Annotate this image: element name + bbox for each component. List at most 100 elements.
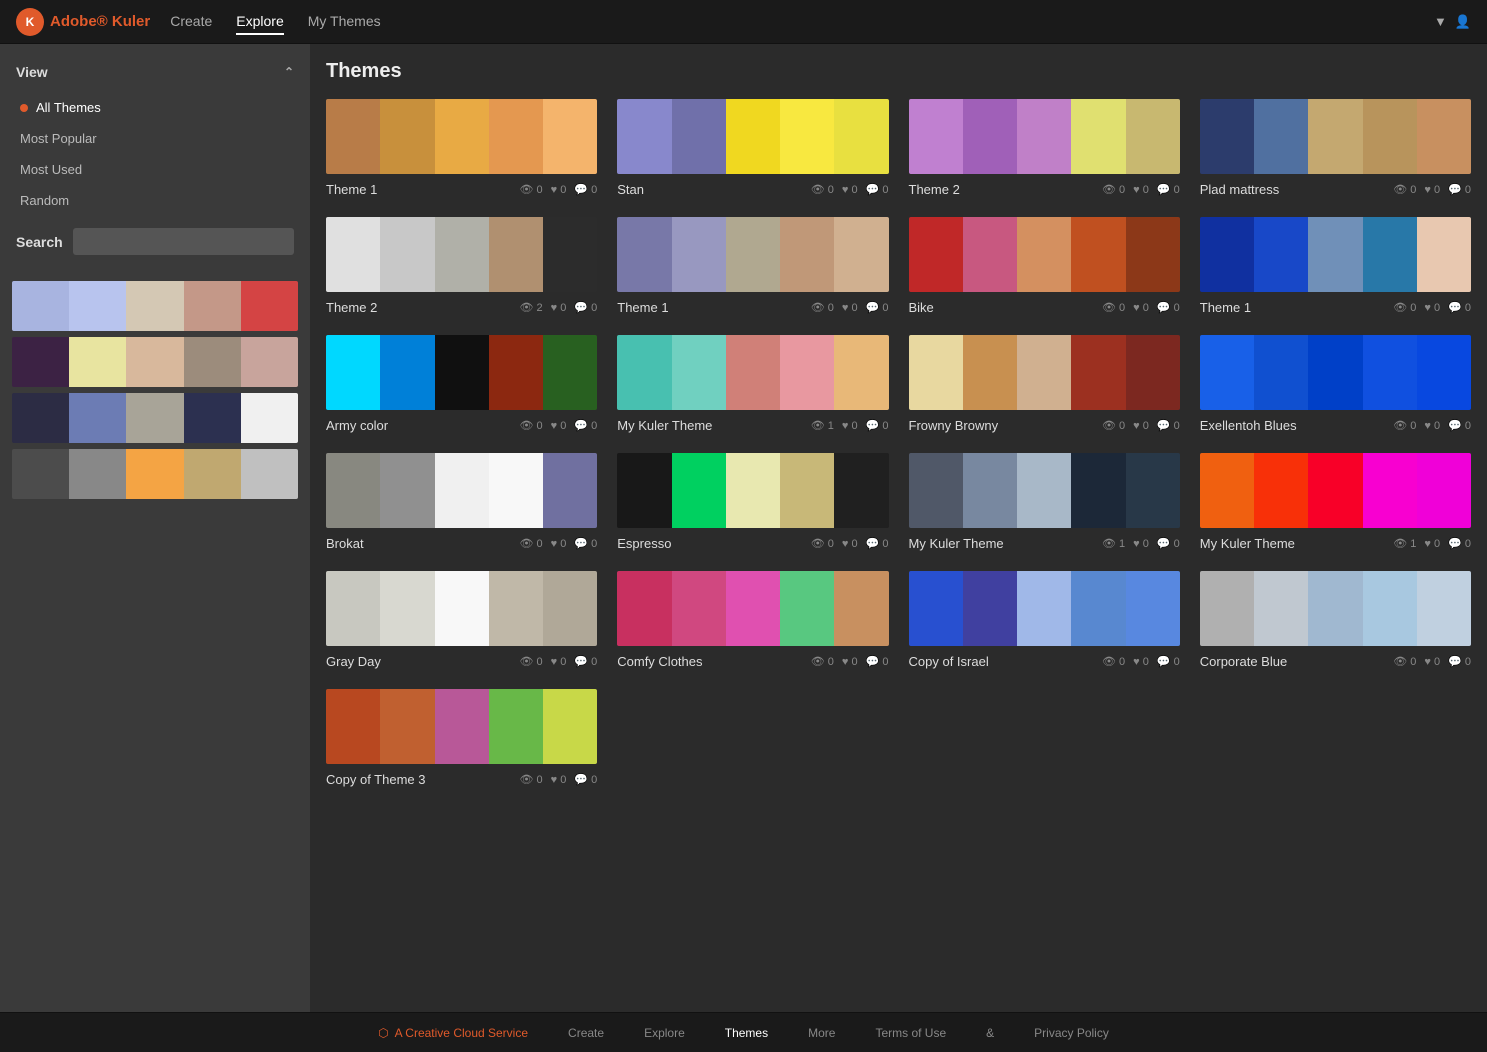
- footer-more-link[interactable]: More: [808, 1026, 835, 1040]
- theme-name: Theme 2: [326, 300, 377, 315]
- footer-service-label: A Creative Cloud Service: [395, 1026, 528, 1040]
- user-icon[interactable]: 👤: [1455, 14, 1471, 30]
- color-swatch: [1071, 335, 1125, 410]
- theme-swatches: [617, 99, 888, 174]
- color-swatch: [1126, 99, 1180, 174]
- sidebar-item-all-themes[interactable]: All Themes: [0, 92, 310, 123]
- footer-explore-link[interactable]: Explore: [644, 1026, 685, 1040]
- nav-my-themes[interactable]: My Themes: [308, 9, 381, 35]
- color-swatch: [1254, 335, 1308, 410]
- color-swatch: [617, 571, 671, 646]
- color-swatch: [1126, 335, 1180, 410]
- view-stat: 👁 0: [1102, 301, 1125, 314]
- color-swatch: [380, 689, 434, 764]
- color-swatch: [326, 571, 380, 646]
- theme-card[interactable]: Copy of Theme 3 👁 0 ♥ 0 💬 0: [326, 689, 597, 787]
- theme-name: Theme 1: [1200, 300, 1251, 315]
- color-swatch: [1071, 217, 1125, 292]
- color-swatch: [780, 335, 834, 410]
- theme-name: Comfy Clothes: [617, 654, 702, 669]
- theme-card[interactable]: Plad mattress 👁 0 ♥ 0 💬 0: [1200, 99, 1471, 197]
- color-swatch: [1363, 453, 1417, 528]
- nav-explore[interactable]: Explore: [236, 9, 283, 35]
- theme-card[interactable]: My Kuler Theme 👁 1 ♥ 0 💬 0: [617, 335, 888, 433]
- theme-card[interactable]: Bike 👁 0 ♥ 0 💬 0: [909, 217, 1180, 315]
- like-stat: ♥ 0: [551, 302, 567, 314]
- sidebar-theme-3[interactable]: [12, 393, 298, 443]
- color-swatch: [1071, 99, 1125, 174]
- theme-card[interactable]: Corporate Blue 👁 0 ♥ 0 💬 0: [1200, 571, 1471, 669]
- theme-name: Copy of Theme 3: [326, 772, 425, 787]
- theme-stats: 👁 0 ♥ 0 💬 0: [1102, 655, 1180, 668]
- logo[interactable]: K Adobe® Kuler: [16, 8, 150, 36]
- theme-swatches: [909, 453, 1180, 528]
- color-swatch: [780, 99, 834, 174]
- theme-card[interactable]: My Kuler Theme 👁 1 ♥ 0 💬 0: [1200, 453, 1471, 551]
- theme-stats: 👁 2 ♥ 0 💬 0: [520, 301, 598, 314]
- footer-privacy-link[interactable]: Privacy Policy: [1034, 1026, 1109, 1040]
- color-swatch: [617, 217, 671, 292]
- like-stat: ♥ 0: [551, 538, 567, 550]
- theme-card[interactable]: Theme 1 👁 0 ♥ 0 💬 0: [617, 217, 888, 315]
- like-stat: ♥ 0: [1424, 302, 1440, 314]
- color-swatch: [672, 453, 726, 528]
- theme-name: Gray Day: [326, 654, 381, 669]
- theme-card[interactable]: Gray Day 👁 0 ♥ 0 💬 0: [326, 571, 597, 669]
- theme-card[interactable]: Theme 1 👁 0 ♥ 0 💬 0: [326, 99, 597, 197]
- theme-card[interactable]: Copy of Israel 👁 0 ♥ 0 💬 0: [909, 571, 1180, 669]
- color-swatch: [726, 335, 780, 410]
- like-stat: ♥ 0: [1133, 538, 1149, 550]
- footer-themes-link[interactable]: Themes: [725, 1026, 768, 1040]
- sidebar-item-random[interactable]: Random: [0, 185, 310, 216]
- like-stat: ♥ 0: [1424, 538, 1440, 550]
- color-swatch: [1363, 335, 1417, 410]
- sidebar-theme-1[interactable]: [12, 281, 298, 331]
- comment-stat: 💬 0: [1448, 655, 1471, 668]
- color-swatch: [963, 99, 1017, 174]
- sidebar-theme-2[interactable]: [12, 337, 298, 387]
- theme-card[interactable]: Theme 1 👁 0 ♥ 0 💬 0: [1200, 217, 1471, 315]
- search-input[interactable]: [73, 228, 294, 255]
- footer-terms-link[interactable]: Terms of Use: [875, 1026, 946, 1040]
- theme-card[interactable]: Comfy Clothes 👁 0 ♥ 0 💬 0: [617, 571, 888, 669]
- color-swatch: [1126, 453, 1180, 528]
- color-swatch: [963, 571, 1017, 646]
- sidebar-item-most-popular[interactable]: Most Popular: [0, 123, 310, 154]
- theme-name: Plad mattress: [1200, 182, 1279, 197]
- theme-name: Corporate Blue: [1200, 654, 1287, 669]
- theme-card[interactable]: Exellentoh Blues 👁 0 ♥ 0 💬 0: [1200, 335, 1471, 433]
- color-swatch: [1363, 571, 1417, 646]
- sidebar: View ⌃ All Themes Most Popular Most Used…: [0, 44, 310, 1052]
- theme-card[interactable]: Espresso 👁 0 ♥ 0 💬 0: [617, 453, 888, 551]
- themes-grid: Theme 1 👁 0 ♥ 0 💬 0 Stan 👁 0 ♥ 0 💬 0 The…: [326, 99, 1471, 787]
- kuler-logo-icon: ⬡: [378, 1026, 388, 1040]
- color-swatch: [726, 99, 780, 174]
- sidebar-theme-4[interactable]: [12, 449, 298, 499]
- color-swatch: [380, 453, 434, 528]
- color-swatch: [909, 453, 963, 528]
- view-label: View: [16, 64, 48, 80]
- footer-create-link[interactable]: Create: [568, 1026, 604, 1040]
- theme-card[interactable]: Frowny Browny 👁 0 ♥ 0 💬 0: [909, 335, 1180, 433]
- theme-name: Frowny Browny: [909, 418, 999, 433]
- main-nav: Create Explore My Themes: [170, 9, 1414, 35]
- color-swatch: [1308, 335, 1362, 410]
- comment-stat: 💬 0: [574, 301, 597, 314]
- theme-card[interactable]: Theme 2 👁 2 ♥ 0 💬 0: [326, 217, 597, 315]
- theme-card[interactable]: Brokat 👁 0 ♥ 0 💬 0: [326, 453, 597, 551]
- theme-card[interactable]: Army color 👁 0 ♥ 0 💬 0: [326, 335, 597, 433]
- theme-card[interactable]: My Kuler Theme 👁 1 ♥ 0 💬 0: [909, 453, 1180, 551]
- nav-create[interactable]: Create: [170, 9, 212, 35]
- view-chevron-icon[interactable]: ⌃: [284, 65, 294, 79]
- sidebar-item-most-used[interactable]: Most Used: [0, 154, 310, 185]
- theme-card[interactable]: Theme 2 👁 0 ♥ 0 💬 0: [909, 99, 1180, 197]
- color-swatch: [834, 217, 888, 292]
- color-swatch: [617, 99, 671, 174]
- color-swatch: [1254, 99, 1308, 174]
- view-stat: 👁 1: [1102, 537, 1125, 550]
- comment-stat: 💬 0: [866, 301, 889, 314]
- color-swatch: [834, 571, 888, 646]
- color-swatch: [380, 571, 434, 646]
- theme-stats: 👁 0 ♥ 0 💬 0: [520, 537, 598, 550]
- theme-card[interactable]: Stan 👁 0 ♥ 0 💬 0: [617, 99, 888, 197]
